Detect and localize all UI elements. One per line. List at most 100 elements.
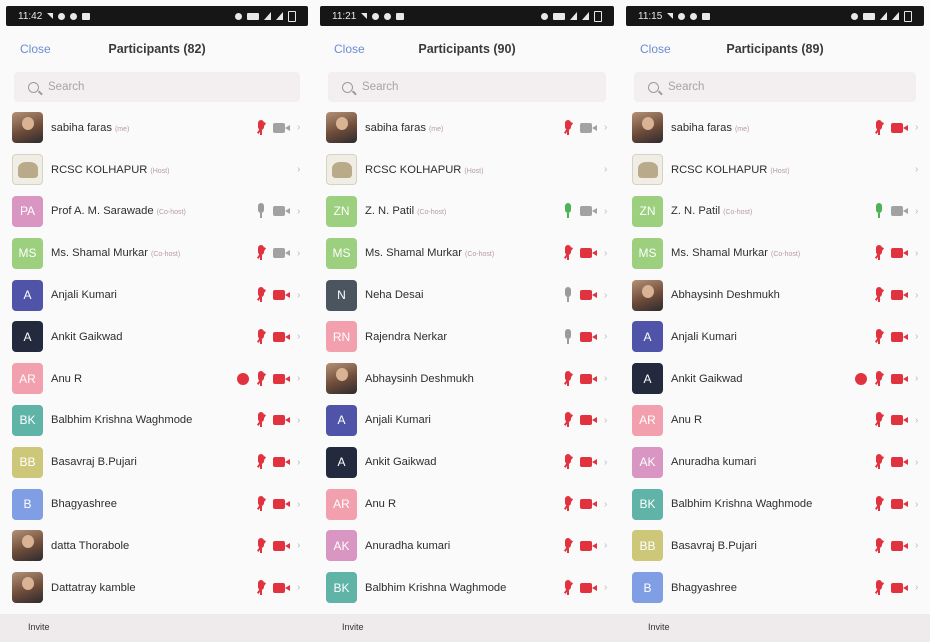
mic-muted-icon[interactable] <box>563 579 574 596</box>
chevron-right-icon[interactable]: › <box>915 248 918 259</box>
participant-row[interactable]: A Anjali Kumari › <box>314 400 620 442</box>
camera-off-icon[interactable] <box>580 499 597 510</box>
chevron-right-icon[interactable]: › <box>915 164 918 175</box>
participant-row[interactable]: datta Thorabole › <box>0 525 314 567</box>
participant-row[interactable]: RCSC KOLHAPUR (Host) › <box>620 149 930 191</box>
chevron-right-icon[interactable]: › <box>915 415 918 426</box>
chevron-right-icon[interactable]: › <box>297 499 300 510</box>
camera-off-icon[interactable] <box>273 290 290 301</box>
participant-row[interactable]: PA Prof A. M. Sarawade (Co-host) › <box>0 191 314 233</box>
chevron-right-icon[interactable]: › <box>297 540 300 551</box>
mic-muted-icon[interactable] <box>874 579 885 596</box>
invite-button[interactable]: Invite <box>648 622 670 632</box>
mic-muted-icon[interactable] <box>874 328 885 345</box>
chevron-right-icon[interactable]: › <box>604 373 607 384</box>
participant-row[interactable]: Abhaysinh Deshmukh › <box>620 274 930 316</box>
camera-off-icon[interactable] <box>273 582 290 593</box>
close-button[interactable]: Close <box>640 42 671 56</box>
camera-off-icon[interactable] <box>580 457 597 468</box>
chevron-right-icon[interactable]: › <box>297 373 300 384</box>
camera-off-icon[interactable] <box>273 331 290 342</box>
mic-muted-icon[interactable] <box>256 496 267 512</box>
participant-row[interactable]: N Neha Desai › <box>314 274 620 316</box>
chevron-right-icon[interactable]: › <box>604 164 607 175</box>
participant-row[interactable]: RN Rajendra Nerkar › <box>314 316 620 358</box>
mic-icon[interactable] <box>563 203 573 219</box>
participant-row[interactable]: A Ankit Gaikwad › <box>620 358 930 400</box>
chevron-right-icon[interactable]: › <box>297 248 300 259</box>
chevron-right-icon[interactable]: › <box>915 373 918 384</box>
mic-muted-icon[interactable] <box>563 119 574 136</box>
camera-off-icon[interactable] <box>273 499 290 510</box>
chevron-right-icon[interactable]: › <box>604 331 607 342</box>
chevron-right-icon[interactable]: › <box>915 457 918 468</box>
participant-row[interactable]: RCSC KOLHAPUR (Host) › <box>314 149 620 191</box>
participant-row[interactable]: B Bhagyashree › <box>620 567 930 609</box>
chevron-right-icon[interactable]: › <box>604 248 607 259</box>
chevron-right-icon[interactable]: › <box>604 290 607 301</box>
mic-muted-icon[interactable] <box>256 119 267 136</box>
camera-off-icon[interactable] <box>891 331 908 342</box>
mic-muted-icon[interactable] <box>256 287 267 303</box>
chevron-right-icon[interactable]: › <box>604 540 607 551</box>
search-input[interactable] <box>668 81 868 93</box>
chevron-right-icon[interactable]: › <box>915 331 918 342</box>
camera-icon[interactable] <box>273 248 290 259</box>
chevron-right-icon[interactable]: › <box>915 582 918 593</box>
participant-row[interactable]: Abhaysinh Deshmukh › <box>314 358 620 400</box>
camera-off-icon[interactable] <box>580 373 597 384</box>
camera-off-icon[interactable] <box>891 290 908 301</box>
participant-row[interactable]: BK Balbhim Krishna Waghmode › <box>0 400 314 442</box>
participant-row[interactable]: MS Ms. Shamal Murkar (Co-host) › <box>314 232 620 274</box>
participant-row[interactable]: RCSC KOLHAPUR (Host) › <box>0 149 314 191</box>
participant-row[interactable]: A Ankit Gaikwad › <box>0 316 314 358</box>
mic-icon[interactable] <box>256 203 266 219</box>
chevron-right-icon[interactable]: › <box>297 122 300 133</box>
camera-off-icon[interactable] <box>891 582 908 593</box>
mic-muted-icon[interactable] <box>563 537 574 554</box>
mic-muted-icon[interactable] <box>256 412 267 428</box>
mic-muted-icon[interactable] <box>874 412 885 428</box>
mic-muted-icon[interactable] <box>256 579 267 596</box>
participant-row[interactable]: A Anjali Kumari › <box>0 274 314 316</box>
mic-muted-icon[interactable] <box>874 496 885 512</box>
mic-muted-icon[interactable] <box>874 537 885 554</box>
close-button[interactable]: Close <box>20 42 51 56</box>
camera-icon[interactable] <box>580 122 597 133</box>
participant-row[interactable]: BB Basavraj B.Pujari › <box>0 441 314 483</box>
participant-row[interactable]: ZN Z. N. Patil (Co-host) › <box>314 191 620 233</box>
camera-off-icon[interactable] <box>580 331 597 342</box>
participant-row[interactable]: B Bhagyashree › <box>0 483 314 525</box>
participant-row[interactable]: BK Balbhim Krishna Waghmode › <box>620 483 930 525</box>
participant-row[interactable]: AR Anu R › <box>620 400 930 442</box>
camera-icon[interactable] <box>891 206 908 217</box>
chevron-right-icon[interactable]: › <box>297 164 300 175</box>
camera-off-icon[interactable] <box>891 499 908 510</box>
camera-off-icon[interactable] <box>580 582 597 593</box>
chevron-right-icon[interactable]: › <box>915 290 918 301</box>
mic-muted-icon[interactable] <box>256 328 267 345</box>
participant-row[interactable]: AK Anuradha kumari › <box>620 441 930 483</box>
participant-row[interactable]: AR Anu R › <box>314 483 620 525</box>
participant-row[interactable]: Dattatray kamble › <box>0 567 314 609</box>
mic-muted-icon[interactable] <box>256 370 267 387</box>
search-bar[interactable] <box>328 72 606 102</box>
mic-muted-icon[interactable] <box>563 412 574 428</box>
camera-off-icon[interactable] <box>273 457 290 468</box>
camera-off-icon[interactable] <box>891 540 908 551</box>
chevron-right-icon[interactable]: › <box>604 582 607 593</box>
mic-muted-icon[interactable] <box>874 245 885 261</box>
camera-off-icon[interactable] <box>273 373 290 384</box>
chevron-right-icon[interactable]: › <box>604 206 607 217</box>
camera-off-icon[interactable] <box>273 540 290 551</box>
camera-off-icon[interactable] <box>891 415 908 426</box>
camera-off-icon[interactable] <box>273 415 290 426</box>
chevron-right-icon[interactable]: › <box>604 499 607 510</box>
camera-off-icon[interactable] <box>891 122 908 133</box>
camera-off-icon[interactable] <box>891 373 908 384</box>
chevron-right-icon[interactable]: › <box>604 415 607 426</box>
camera-icon[interactable] <box>580 206 597 217</box>
search-input[interactable] <box>48 81 248 93</box>
participant-row[interactable]: sabiha faras (me) › <box>314 107 620 149</box>
participant-row[interactable]: MS Ms. Shamal Murkar (Co-host) › <box>620 232 930 274</box>
